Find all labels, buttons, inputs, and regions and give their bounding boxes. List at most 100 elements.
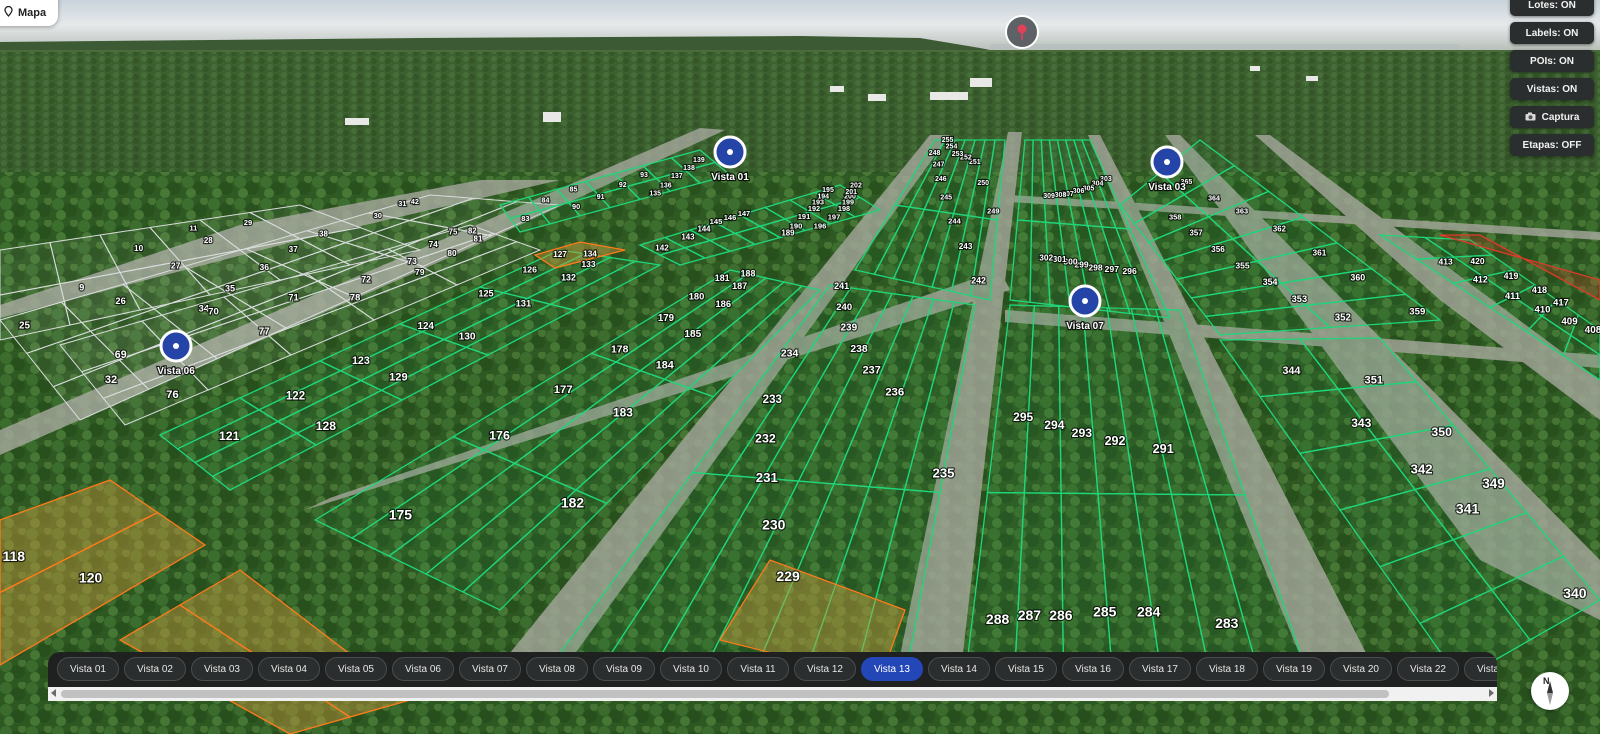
vista-tab[interactable]: Vista 07 <box>459 657 521 681</box>
vista-marker[interactable]: Vista 07 <box>1065 284 1105 333</box>
lot-number-label: 143 <box>681 232 695 241</box>
lot-number-label: 418 <box>1532 285 1547 295</box>
vista-tab[interactable]: Vista 04 <box>258 657 320 681</box>
lot-number-label: 121 <box>219 429 240 443</box>
lot-number-label: 288 <box>986 611 1010 627</box>
vista-tab[interactable]: Vista 11 <box>727 657 789 681</box>
scroll-right-icon[interactable] <box>1489 689 1494 697</box>
lot-number-label: 120 <box>79 570 103 586</box>
lot-number-label: 341 <box>1456 501 1480 517</box>
lot-number-label: 37 <box>289 245 299 254</box>
lot-number-label: 363 <box>1236 206 1248 215</box>
lot-number-label: 287 <box>1018 607 1042 623</box>
vista-tab[interactable]: Vista 10 <box>660 657 722 681</box>
lot-number-label: 185 <box>684 329 701 340</box>
vista-tab[interactable]: Vista 20 <box>1330 657 1392 681</box>
lot-number-label: 359 <box>1409 306 1425 317</box>
lot-number-label: 230 <box>762 517 786 533</box>
vista-marker-dot-icon <box>1082 298 1088 304</box>
lot-number-label: 197 <box>828 212 841 221</box>
vista-tab[interactable]: Vista 05 <box>325 657 387 681</box>
lot-number-label: 135 <box>649 191 661 198</box>
lot-number-label: 292 <box>1105 434 1126 448</box>
lot-number-label: 188 <box>741 268 756 278</box>
vista-tab[interactable]: Vista 15 <box>995 657 1057 681</box>
lot-number-label: 201 <box>845 189 857 196</box>
lot-number-label: 25 <box>19 321 30 332</box>
lot-number-label: 196 <box>814 222 827 231</box>
tabs-scrollbar[interactable] <box>48 687 1497 701</box>
vista-tab[interactable]: Vista 16 <box>1062 657 1124 681</box>
lot-number-label: 350 <box>1431 425 1452 439</box>
compass-button[interactable]: N <box>1531 672 1569 710</box>
poi-marker[interactable] <box>1005 15 1039 49</box>
vista-tab[interactable]: Vista 02 <box>124 657 186 681</box>
lot-number-label: 76 <box>166 389 179 401</box>
lot-number-label: 308 <box>1055 192 1067 199</box>
vista-tab[interactable]: Vista 18 <box>1196 657 1258 681</box>
lot-number-label: 70 <box>208 307 219 318</box>
vista-marker-label: Vista 01 <box>711 172 749 183</box>
lot-number-label: 344 <box>1282 365 1300 377</box>
lot-number-label: 31 <box>398 199 406 208</box>
toggle-lotes-label: Lotes: ON <box>1528 0 1576 11</box>
lot-number-label: 306 <box>1073 188 1085 195</box>
vista-marker[interactable]: Vista 01 <box>710 135 750 184</box>
toggle-labels-label: Labels: ON <box>1525 27 1579 39</box>
lot-number-label: 36 <box>260 262 270 272</box>
vista-tab[interactable]: Vista 08 <box>526 657 588 681</box>
lot-number-label: 237 <box>863 364 881 376</box>
scroll-left-icon[interactable] <box>51 689 56 697</box>
lot-number-label: 128 <box>316 419 337 433</box>
vista-tab[interactable]: Vista 19 <box>1263 657 1325 681</box>
lot-number-label: 409 <box>1561 316 1578 327</box>
lot-number-label: 127 <box>553 249 567 259</box>
lot-number-label: 302 <box>1039 253 1053 263</box>
lot-number-label: 305 <box>1083 185 1095 192</box>
lot-number-label: 358 <box>1169 212 1182 221</box>
vista-marker[interactable]: Vista 06 <box>156 329 196 378</box>
toggle-labels[interactable]: Labels: ON <box>1510 22 1594 44</box>
vista-marker[interactable]: Vista 03 <box>1147 145 1187 194</box>
vista-tab[interactable]: Vista 03 <box>191 657 253 681</box>
toggle-lotes[interactable]: Lotes: ON <box>1510 0 1594 16</box>
lot-number-label: 284 <box>1137 604 1161 620</box>
lot-number-label: 82 <box>468 226 477 235</box>
lot-number-label: 10 <box>134 244 144 253</box>
vista-tab[interactable]: Vista 12 <box>794 657 856 681</box>
lot-number-label: 75 <box>449 227 458 236</box>
aerial-map-scene[interactable]: 9101125262728293031323334353637384269707… <box>0 0 1600 734</box>
toggle-pois[interactable]: POIs: ON <box>1510 50 1594 72</box>
vista-tab[interactable]: Vista 23 <box>1464 657 1497 681</box>
vista-marker-dot-icon <box>727 149 733 155</box>
lot-number-label: 125 <box>478 289 493 299</box>
vista-tab[interactable]: Vista 13 <box>861 657 923 681</box>
vista-marker-label: Vista 06 <box>157 366 195 377</box>
lot-number-label: 146 <box>724 213 737 222</box>
lot-number-label: 85 <box>570 187 578 194</box>
vista-tab[interactable]: Vista 17 <box>1129 657 1191 681</box>
toggle-vistas[interactable]: Vistas: ON <box>1510 78 1594 100</box>
lot-number-label: 254 <box>946 144 958 151</box>
lot-number-label: 235 <box>932 465 954 480</box>
map-button[interactable]: Mapa <box>0 0 59 26</box>
vista-tab[interactable]: Vista 06 <box>392 657 454 681</box>
scrollbar-thumb[interactable] <box>61 690 1389 698</box>
lot-number-label: 296 <box>1122 266 1137 276</box>
vista-tab[interactable]: Vista 14 <box>928 657 990 681</box>
toggle-etapas[interactable]: Etapas: OFF <box>1510 134 1594 156</box>
capture-button[interactable]: Captura <box>1510 106 1594 128</box>
vista-tab[interactable]: Vista 22 <box>1397 657 1459 681</box>
map-pin-outline-icon <box>4 5 13 20</box>
lot-number-label: 136 <box>660 183 672 190</box>
lot-number-label: 145 <box>710 217 723 226</box>
vista-tab[interactable]: Vista 09 <box>593 657 655 681</box>
vista-tab[interactable]: Vista 01 <box>57 657 119 681</box>
lot-number-label: 360 <box>1350 273 1365 283</box>
lot-number-label: 420 <box>1470 256 1484 266</box>
lot-number-label: 361 <box>1312 247 1326 257</box>
lot-number-label: 72 <box>361 275 371 285</box>
lot-number-label: 246 <box>935 176 947 183</box>
lot-number-label: 73 <box>407 256 417 266</box>
lot-number-label: 411 <box>1505 291 1520 301</box>
